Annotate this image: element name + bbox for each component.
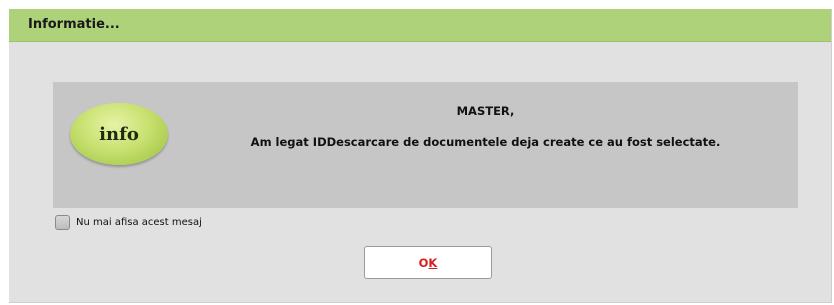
info-dialog: Informatie... info MASTER, Am legat IDDe… xyxy=(9,9,832,303)
ok-button[interactable]: OK xyxy=(364,246,492,279)
info-icon-label: info xyxy=(99,123,139,145)
info-icon: info xyxy=(70,103,168,165)
message-body: Am legat IDDescarcare de documentele dej… xyxy=(250,135,721,149)
message-title: MASTER, xyxy=(456,104,515,118)
dont-show-again-checkbox[interactable] xyxy=(55,215,70,230)
dont-show-again-row[interactable]: Nu mai afisa acest mesaj xyxy=(55,215,202,230)
ok-button-label-k: K xyxy=(428,255,438,270)
dont-show-again-label[interactable]: Nu mai afisa acest mesaj xyxy=(76,217,202,228)
ok-button-label-o: O xyxy=(418,255,429,270)
message-panel: info MASTER, Am legat IDDescarcare de do… xyxy=(53,82,798,208)
title-bar[interactable]: Informatie... xyxy=(9,9,831,42)
dialog-title: Informatie... xyxy=(28,17,120,32)
